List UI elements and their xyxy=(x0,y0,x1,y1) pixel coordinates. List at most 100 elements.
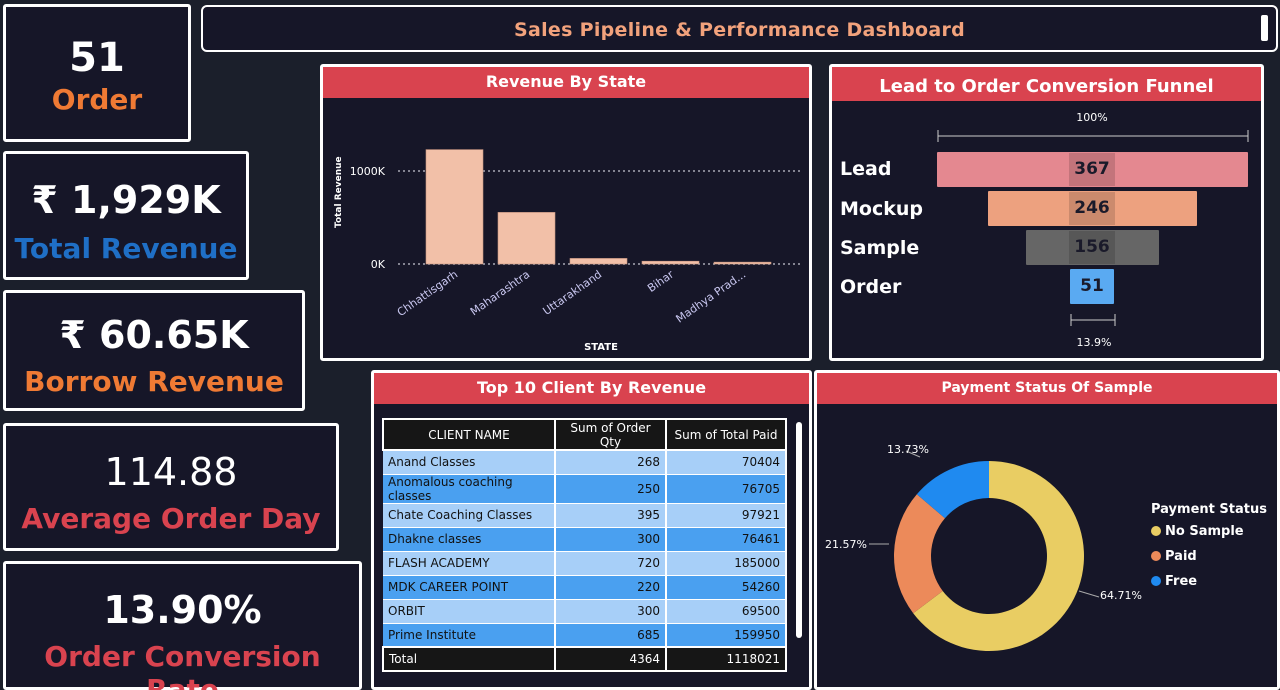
table-row[interactable]: Chate Coaching Classes 395 97921 xyxy=(383,503,787,528)
funnel-label-lead: Lead xyxy=(840,158,892,180)
y-axis-label: Total Revenue xyxy=(334,156,344,228)
cell-client-name: Prime Institute xyxy=(383,623,556,648)
funnel-top-pct: 100% xyxy=(1076,111,1107,124)
payment-status-panel: Payment Status Of Sample 64.71% 21.57% 1… xyxy=(814,370,1280,690)
cell-total-paid: 97921 xyxy=(666,503,787,528)
top-clients-panel: Top 10 Client By Revenue CLIENT NAME Sum… xyxy=(371,370,812,690)
bar-bihar[interactable] xyxy=(641,260,700,265)
cell-order-qty: 250 xyxy=(555,474,667,504)
conversion-funnel-panel: Lead to Order Conversion Funnel 100% Lea… xyxy=(829,64,1264,361)
revenue-by-state-panel: Revenue By State 1000K 0K Total Revenue … xyxy=(320,64,812,361)
kpi-value: 51 xyxy=(69,35,125,81)
table-row[interactable]: Dhakne classes 300 76461 xyxy=(383,527,787,552)
panel-title: Lead to Order Conversion Funnel xyxy=(832,67,1261,101)
funnel-label-sample: Sample xyxy=(840,237,920,259)
cell-client-name: MDK CAREER POINT xyxy=(383,575,556,600)
kpi-value: 114.88 xyxy=(104,450,238,494)
legend-label: Free xyxy=(1165,574,1198,589)
cell-client-name: Anomalous coaching classes xyxy=(383,474,556,504)
bar-madhya-prad[interactable] xyxy=(713,261,772,265)
funnel-top-bracket: 100% xyxy=(937,111,1249,142)
slice-label-free: 13.73% xyxy=(887,443,929,456)
kpi-label: Average Order Day xyxy=(21,502,321,535)
column-header-total-paid[interactable]: Sum of Total Paid xyxy=(665,418,787,451)
kpi-label: Borrow Revenue xyxy=(24,365,284,398)
panel-title: Payment Status Of Sample xyxy=(817,373,1277,404)
cell-order-qty: 685 xyxy=(555,623,667,648)
cell-client-name: Dhakne classes xyxy=(383,527,556,552)
title-scrollbar[interactable] xyxy=(1261,15,1268,41)
dashboard-title-bar: Sales Pipeline & Performance Dashboard xyxy=(201,5,1278,52)
column-header-client-name[interactable]: CLIENT NAME xyxy=(382,418,556,451)
kpi-card-order: 51 Order xyxy=(3,4,191,142)
slice-label-paid: 21.57% xyxy=(825,538,867,551)
table-row[interactable]: Anand Classes 268 70404 xyxy=(383,450,787,475)
cell-total-paid: 70404 xyxy=(666,450,787,475)
cell-order-qty: 300 xyxy=(555,527,667,552)
y-tick-0k: 0K xyxy=(371,258,386,271)
y-tick-1000k: 1000K xyxy=(350,165,386,178)
kpi-card-order-conversion-rate: 13.90% Order Conversion Rate xyxy=(3,561,362,690)
kpi-card-average-order-day: 114.88 Average Order Day xyxy=(3,423,339,551)
legend-dot xyxy=(1151,551,1161,561)
legend-item-no-sample[interactable]: No Sample xyxy=(1151,524,1244,539)
funnel-value-lead: 367 xyxy=(1069,153,1115,186)
cell-total-paid: 54260 xyxy=(666,575,787,600)
table-header-row: CLIENT NAME Sum of Order Qty Sum of Tota… xyxy=(382,418,787,451)
kpi-value: 13.90% xyxy=(103,588,262,632)
kpi-label: Order xyxy=(51,83,143,116)
cell-total-paid: 69500 xyxy=(666,599,787,624)
table-row[interactable]: Anomalous coaching classes 250 76705 xyxy=(383,474,787,504)
kpi-card-borrow-revenue: ₹ 60.65K Borrow Revenue xyxy=(3,290,305,411)
x-tick-label: Madhya Prad... xyxy=(674,268,749,326)
funnel-value-order: 51 xyxy=(1080,276,1104,296)
funnel-value-sample: 156 xyxy=(1069,231,1115,264)
table-scrollbar[interactable] xyxy=(796,422,802,638)
bar-maharashtra[interactable] xyxy=(497,212,556,265)
table-row[interactable]: Prime Institute 685 159950 xyxy=(383,623,787,648)
funnel-bottom-bracket: 13.9% xyxy=(1070,314,1116,349)
revenue-bar-chart: 1000K 0K Total Revenue STATE Chhattisgar… xyxy=(334,149,803,353)
x-axis-label: STATE xyxy=(584,342,618,353)
legend-label: No Sample xyxy=(1165,524,1244,539)
cell-order-qty: 720 xyxy=(555,551,667,576)
legend-title: Payment Status xyxy=(1151,502,1267,517)
cell-client-name: Chate Coaching Classes xyxy=(383,503,556,528)
cell-total-paid: 185000 xyxy=(666,551,787,576)
kpi-card-total-revenue: ₹ 1,929K Total Revenue xyxy=(3,151,249,280)
table-row[interactable]: ORBIT 300 69500 xyxy=(383,599,787,624)
x-tick-label: Chhattisgarh xyxy=(395,268,460,319)
table-row[interactable]: FLASH ACADEMY 720 185000 xyxy=(383,551,787,576)
bar-uttarakhand[interactable] xyxy=(569,258,628,265)
legend-item-free[interactable]: Free xyxy=(1151,574,1197,589)
bar-chhattisgarh[interactable] xyxy=(425,149,484,265)
dashboard-title: Sales Pipeline & Performance Dashboard xyxy=(513,19,966,41)
cell-order-qty: 268 xyxy=(555,450,667,475)
table-row[interactable]: MDK CAREER POINT 220 54260 xyxy=(383,575,787,600)
cell-client-name: ORBIT xyxy=(383,599,556,624)
cell-total-paid: 159950 xyxy=(666,623,787,648)
legend-item-paid[interactable]: Paid xyxy=(1151,549,1197,564)
legend-dot xyxy=(1151,526,1161,536)
x-tick-label: Maharashtra xyxy=(468,268,532,319)
funnel-label-order: Order xyxy=(840,276,902,298)
cell-order-qty: 220 xyxy=(555,575,667,600)
legend-label: Paid xyxy=(1165,549,1197,564)
panel-title: Revenue By State xyxy=(323,67,809,98)
total-label: Total xyxy=(382,646,556,672)
column-header-order-qty[interactable]: Sum of Order Qty xyxy=(554,418,667,451)
payment-donut-chart: 64.71% 21.57% 13.73% xyxy=(825,443,1142,651)
cell-client-name: Anand Classes xyxy=(383,450,556,475)
slice-label-no-sample: 64.71% xyxy=(1100,589,1142,602)
table-total-row: Total 4364 1118021 xyxy=(382,646,787,672)
total-paid: 1118021 xyxy=(665,646,787,672)
kpi-value: ₹ 1,929K xyxy=(31,178,221,222)
funnel-label-mockup: Mockup xyxy=(840,198,923,220)
cell-client-name: FLASH ACADEMY xyxy=(383,551,556,576)
funnel-bottom-pct: 13.9% xyxy=(1077,336,1112,349)
legend-dot xyxy=(1151,576,1161,586)
total-order-qty: 4364 xyxy=(554,646,667,672)
kpi-label: Total Revenue xyxy=(14,232,238,265)
cell-total-paid: 76705 xyxy=(666,474,787,504)
x-tick-label: Bihar xyxy=(645,268,676,295)
